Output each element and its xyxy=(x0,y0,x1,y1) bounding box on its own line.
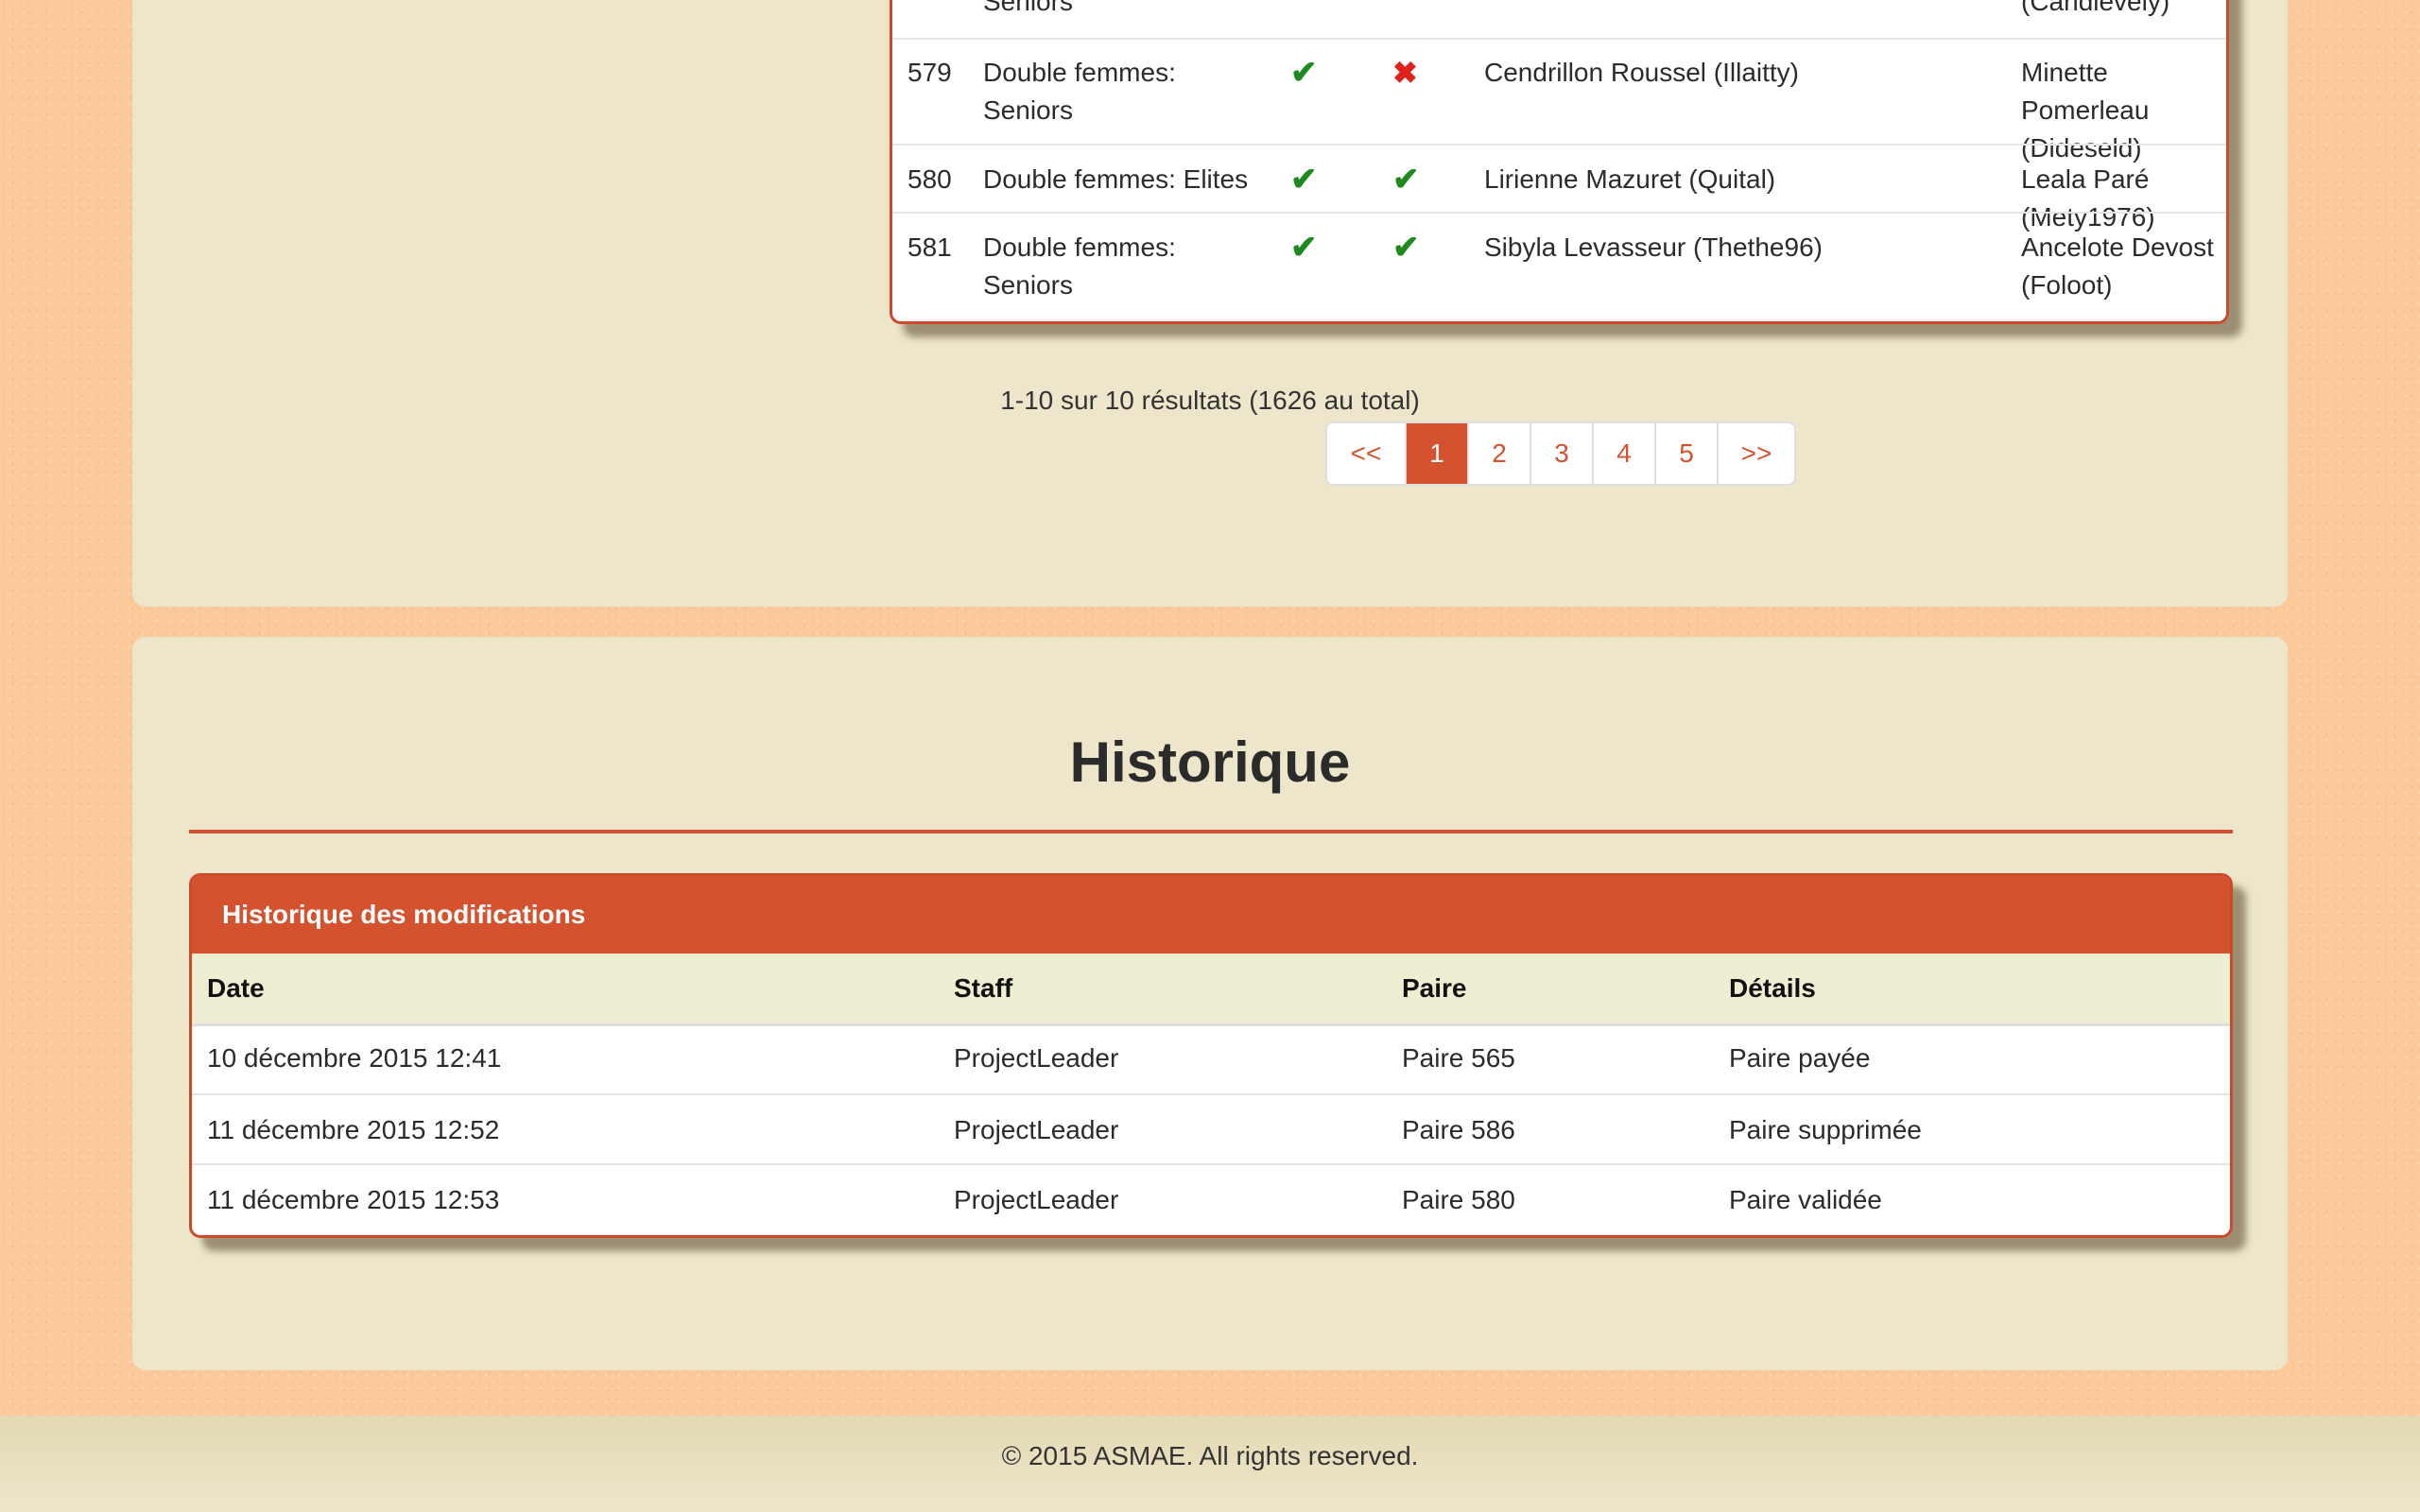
pagination-page-2[interactable]: 2 xyxy=(1467,423,1530,484)
copyright-text: © 2015 ASMAE. All rights reserved. xyxy=(1001,1441,1419,1470)
history-table-title: Historique des modifications xyxy=(192,876,2230,954)
pair-id: 580 xyxy=(908,164,952,194)
pagination-last[interactable]: >> xyxy=(1717,423,1794,484)
column-date: Date xyxy=(207,973,265,1003)
check-icon: ✔ xyxy=(1290,230,1318,266)
history-table: Historique des modifications Date Staff … xyxy=(189,873,2233,1238)
check-icon: ✔ xyxy=(1392,230,1420,266)
cross-icon: ✖ xyxy=(1392,56,1418,90)
history-staff: ProjectLeader xyxy=(954,1185,1119,1214)
column-pair: Paire xyxy=(1402,973,1467,1003)
history-staff: ProjectLeader xyxy=(954,1115,1119,1144)
pagination-page-3[interactable]: 3 xyxy=(1530,423,1592,484)
history-date: 11 décembre 2015 12:53 xyxy=(207,1185,500,1214)
pagination-page-1[interactable]: 1 xyxy=(1405,423,1467,484)
title-divider xyxy=(189,830,2233,833)
history-details: Paire validée xyxy=(1729,1185,1882,1214)
pair-player2: Ancelote Devost (Foloot) xyxy=(2021,232,2214,300)
history-pair: Paire 580 xyxy=(1402,1185,1515,1214)
footer: © 2015 ASMAE. All rights reserved. xyxy=(0,1416,2420,1512)
table-row[interactable]: 579 Double femmes: Seniors ✔ ✖ Cendrillo… xyxy=(892,38,2226,163)
pair-id: 579 xyxy=(908,58,952,87)
table-row: 11 décembre 2015 12:53 ProjectLeader Pai… xyxy=(192,1163,2230,1235)
history-panel: Historique Historique des modifications … xyxy=(132,637,2288,1370)
pair-category: Double femmes: Seniors xyxy=(983,58,1176,125)
pair-category: Double femmes: Elites xyxy=(983,164,1249,194)
pagination-first[interactable]: << xyxy=(1327,423,1405,484)
history-date: 10 décembre 2015 12:41 xyxy=(207,1043,502,1073)
history-details: Paire supprimée xyxy=(1729,1115,1922,1144)
table-row[interactable]: 580 Double femmes: Elites ✔ ✔ Lirienne M… xyxy=(892,144,2226,232)
history-pair: Paire 586 xyxy=(1402,1115,1515,1144)
history-title: Historique xyxy=(1069,730,1351,794)
history-staff: ProjectLeader xyxy=(954,1043,1119,1073)
pair-player1: Lirienne Mazuret (Quital) xyxy=(1484,164,1776,194)
pair-player1: Cendrillon Roussel (Illaitty) xyxy=(1484,58,1800,87)
history-date: 11 décembre 2015 12:52 xyxy=(207,1115,500,1144)
pair-player1: Sibyla Levasseur (Thethe96) xyxy=(1484,232,1823,262)
check-icon: ✔ xyxy=(1290,55,1318,91)
results-summary: 1-10 sur 10 résultats (1626 au total) xyxy=(1000,386,1420,415)
pagination-page-5[interactable]: 5 xyxy=(1654,423,1717,484)
table-row[interactable]: 581 Double femmes: Seniors ✔ ✔ Sibyla Le… xyxy=(892,212,2226,321)
pair-category: Double femmes: Seniors xyxy=(983,232,1176,300)
history-table-header: Date Staff Paire Détails xyxy=(192,954,2230,1026)
pagination: << 1 2 3 4 5 >> xyxy=(1325,421,1796,486)
check-icon: ✔ xyxy=(1290,162,1318,198)
table-row: 10 décembre 2015 12:41 ProjectLeader Pai… xyxy=(192,1023,2230,1093)
pair-id: 581 xyxy=(908,232,952,262)
pairs-table: Seniors (Candievely) 579 Double femmes: … xyxy=(890,0,2229,324)
check-icon: ✔ xyxy=(1392,162,1420,198)
pair-player2: (Candievely) xyxy=(2021,0,2170,16)
column-staff: Staff xyxy=(954,973,1013,1003)
history-details: Paire payée xyxy=(1729,1043,1871,1073)
table-row: 11 décembre 2015 12:52 ProjectLeader Pai… xyxy=(192,1093,2230,1165)
pagination-page-4[interactable]: 4 xyxy=(1592,423,1654,484)
table-row[interactable]: Seniors (Candievely) xyxy=(892,0,2226,38)
column-details: Détails xyxy=(1729,973,1816,1003)
history-pair: Paire 565 xyxy=(1402,1043,1515,1073)
pairs-panel: Seniors (Candievely) 579 Double femmes: … xyxy=(132,0,2288,607)
pair-category: Seniors xyxy=(983,0,1073,16)
